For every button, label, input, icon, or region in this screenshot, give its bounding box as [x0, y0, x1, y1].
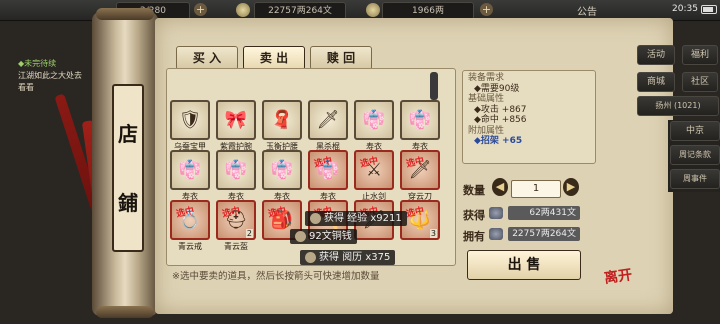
- community-button[interactable]: 社区: [682, 72, 718, 92]
- tab-redeem[interactable]: 赎 回: [310, 46, 372, 70]
- mall-button[interactable]: 商城: [637, 72, 675, 92]
- item-stats-panel: 装备需求 ◆需要90级 基础属性 ◆攻击 +867 ◆命中 +856 附加属性 …: [462, 70, 596, 164]
- attack-stat: ◆攻击 +867: [474, 104, 527, 115]
- toast-exp: 获得 经验 x9211: [305, 211, 407, 226]
- region-coords: (1021): [673, 101, 701, 110]
- item-slot[interactable]: 🎀: [216, 100, 256, 140]
- item-icon: 👘: [408, 109, 432, 131]
- item-slot[interactable]: 🧣: [262, 100, 302, 140]
- item-slot[interactable]: 👘: [216, 150, 256, 190]
- tab-buy[interactable]: 买 入: [176, 46, 238, 70]
- silver-icon: [236, 3, 250, 17]
- scroll-cap-top: [96, 8, 154, 20]
- exp-icon: [310, 212, 321, 224]
- item-slot[interactable]: 👘: [170, 150, 210, 190]
- item-slot[interactable]: 👘: [262, 150, 302, 190]
- location-display: 扬州 (1021): [637, 96, 719, 116]
- shop-sign-char-1: 店: [118, 122, 138, 146]
- item-count: 3: [429, 229, 437, 238]
- item-icon: 🧣: [270, 109, 294, 131]
- item-icon: 🛡: [178, 109, 202, 131]
- gold-icon: [366, 3, 380, 17]
- quest-text: 江湖如此之大处去看看: [18, 71, 82, 92]
- item-slot[interactable]: 👘: [400, 100, 440, 140]
- silver-icon: [489, 207, 503, 219]
- own-value: 22757两264文: [508, 227, 580, 241]
- weekly-journal-button[interactable]: 周记条款: [670, 145, 720, 165]
- item-slot[interactable]: ⛑ 选中 2: [216, 200, 256, 240]
- welfare-button[interactable]: 福利: [682, 45, 718, 65]
- add-resource-1-button[interactable]: +: [194, 3, 207, 16]
- weekly-events-button[interactable]: 周事件: [670, 169, 720, 189]
- block-stat: ◆招架 +65: [474, 136, 523, 146]
- req-level: ◆需要90级: [474, 83, 520, 94]
- silver-icon: [489, 228, 503, 240]
- region-name: 扬州: [655, 101, 672, 110]
- toast-coin: 92文铜钱: [290, 229, 357, 244]
- coin-icon: [295, 230, 306, 242]
- item-icon: 👘: [270, 159, 294, 181]
- book-icon: [305, 251, 316, 263]
- item-icon: 👘: [224, 159, 248, 181]
- tab-sell[interactable]: 卖 出: [243, 46, 305, 70]
- extra-title: 附加属性: [468, 125, 505, 136]
- gain-value: 62两431文: [508, 206, 580, 220]
- item-slot[interactable]: 🗡: [308, 100, 348, 140]
- sell-button[interactable]: 出 售: [467, 250, 581, 280]
- item-icon: 👘: [362, 109, 386, 131]
- base-title: 基础属性: [468, 94, 505, 104]
- decrease-quantity-button[interactable]: ◀: [492, 178, 508, 196]
- item-name: 青云盔: [224, 242, 248, 251]
- quantity-field[interactable]: 1: [511, 180, 561, 198]
- req-title: 装备需求: [468, 73, 505, 83]
- item-slot[interactable]: 💍 选中: [170, 200, 210, 240]
- item-grid-scrollbar[interactable]: [430, 72, 438, 100]
- item-count: 2: [245, 229, 253, 238]
- quantity-label: 数量: [463, 184, 485, 197]
- activity-button[interactable]: 活动: [637, 45, 675, 65]
- add-gold-button[interactable]: +: [480, 3, 493, 16]
- gain-label: 获得: [463, 209, 485, 222]
- shop-sign: 店 鋪: [112, 84, 144, 252]
- quest-title: ◆未完待续: [18, 59, 57, 68]
- item-slot[interactable]: 🛡: [170, 100, 210, 140]
- toast-xp: 获得 阅历 x375: [300, 250, 396, 265]
- item-icon: 🎀: [224, 109, 248, 131]
- quest-tracker[interactable]: ◆未完待续 江湖如此之大处去看看: [18, 58, 88, 94]
- city-button[interactable]: 中京: [670, 121, 720, 141]
- exit-button[interactable]: 离开: [603, 264, 634, 288]
- clock: 20:35: [672, 4, 698, 14]
- scroll-cap-bottom: [96, 306, 154, 318]
- own-label: 拥有: [463, 230, 485, 243]
- item-slot[interactable]: 👘 选中: [308, 150, 348, 190]
- item-icon: 🗡: [316, 109, 340, 131]
- item-slot[interactable]: ⚔ 选中: [354, 150, 394, 190]
- item-icon: 👘: [178, 159, 202, 181]
- item-slot[interactable]: 🗡选中: [400, 150, 440, 190]
- notice-button[interactable]: 公告: [577, 3, 597, 18]
- sell-hint: ※选中要卖的道具，然后长按箭头可快速增加数量: [172, 271, 380, 282]
- item-slot[interactable]: 👘: [354, 100, 394, 140]
- shop-sign-char-2: 鋪: [118, 191, 138, 215]
- increase-quantity-button[interactable]: ▶: [563, 178, 579, 196]
- hit-stat: ◆命中 +856: [474, 115, 527, 125]
- battery-icon: [701, 5, 717, 14]
